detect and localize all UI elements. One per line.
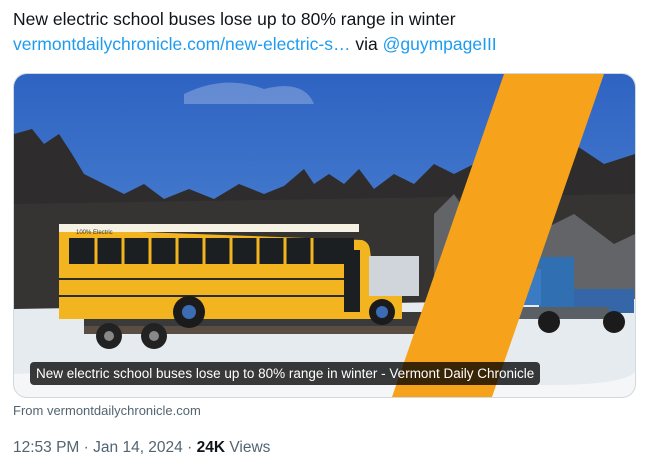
card-caption: New electric school buses lose up to 80%… <box>30 362 541 385</box>
article-link[interactable]: vermontdailychronicle.com/new-electric-s… <box>13 34 350 54</box>
tweet-text: New electric school buses lose up to 80%… <box>13 7 643 57</box>
link-preview-card[interactable]: 100% Electric New electric school buses … <box>13 73 636 398</box>
tweet-date[interactable]: Jan 14, 2024 <box>93 439 183 456</box>
card-source[interactable]: From vermontdailychronicle.com <box>13 403 201 418</box>
white-truck <box>369 256 419 296</box>
tweet-link-line: vermontdailychronicle.com/new-electric-s… <box>13 32 643 57</box>
semi-truck-cab <box>539 257 574 307</box>
author-handle-link[interactable]: @guympageIII <box>383 34 497 54</box>
truck-wheel <box>538 311 560 333</box>
tweet-time[interactable]: 12:53 PM <box>13 439 79 456</box>
truck-wheel <box>603 311 625 333</box>
views-label: Views <box>229 439 271 456</box>
article-image: 100% Electric <box>14 74 635 397</box>
meta-separator: · <box>187 439 193 456</box>
views-count: 24K <box>196 439 226 456</box>
meta-separator: · <box>83 439 89 456</box>
tweet-meta: 12:53 PM · Jan 14, 2024 · 24K Views <box>13 439 270 457</box>
tweet-headline: New electric school buses lose up to 80%… <box>13 9 456 29</box>
via-text: via <box>355 34 378 54</box>
bus-sign: 100% Electric <box>76 230 113 236</box>
